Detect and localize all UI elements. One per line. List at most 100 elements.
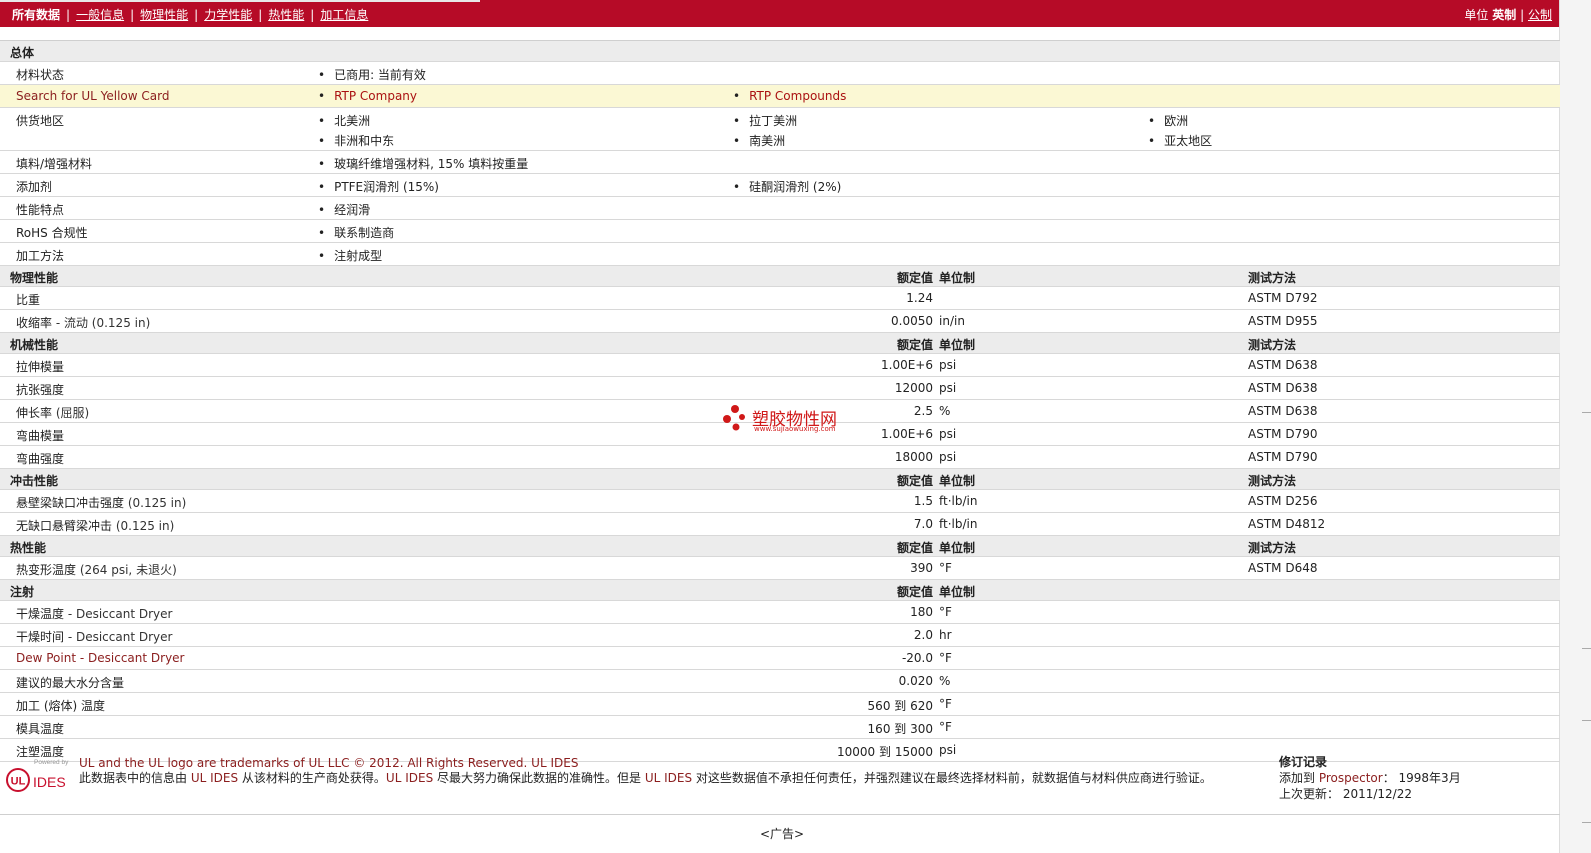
section-title: 冲击性能 xyxy=(10,474,59,488)
row-material-status: 材料状态 已商用: 当前有效 xyxy=(0,62,1560,85)
nav-separator: | xyxy=(194,8,199,22)
row-filler: 填料/增强材料 玻璃纤维增强材料, 15% 填料按重量 xyxy=(0,151,1560,174)
property-label: 弯曲模量 xyxy=(16,427,64,444)
property-note: - Desiccant Dryer xyxy=(64,630,173,644)
property-name: 伸长率 xyxy=(16,406,53,420)
region-item: 亚太地区 xyxy=(1148,132,1212,149)
property-label: 加工 (熔体) 温度 xyxy=(16,697,105,714)
row-additive: 添加剂 PTFE润滑剂 (15%) 硅酮润滑剂 (2%) xyxy=(0,174,1560,197)
nav-general-info[interactable]: 一般信息 xyxy=(76,8,124,22)
nav-processing-info[interactable]: 加工信息 xyxy=(320,8,368,22)
svg-text:IDES: IDES xyxy=(33,774,66,790)
property-test-method: ASTM D790 xyxy=(1248,427,1318,441)
features-value: 经润滑 xyxy=(318,201,370,218)
property-unit: psi xyxy=(939,450,957,464)
region-item: 南美洲 xyxy=(733,132,785,149)
method-value: 注射成型 xyxy=(318,247,382,264)
nav-separator: | xyxy=(130,8,135,22)
section-header-thermal: 热性能 额定值 单位制 测试方法 xyxy=(0,536,1560,557)
row-label: 添加剂 xyxy=(16,180,53,194)
property-name: 比重 xyxy=(16,293,41,307)
rtp-compounds-link[interactable]: RTP Compounds xyxy=(733,89,846,103)
tab-strip xyxy=(0,0,480,2)
added-date: ： 1998年3月 xyxy=(1382,771,1461,785)
section-header-general: 总体 xyxy=(0,41,1560,62)
property-label: 干燥时间 - Desiccant Dryer xyxy=(16,628,172,645)
section-header-injection: 注射 额定值 单位制 xyxy=(0,580,1560,601)
row-label: RoHS 合规性 xyxy=(16,226,88,240)
property-row: 加工 (熔体) 温度 560 到 620 °F xyxy=(0,693,1560,716)
property-test-method: ASTM D638 xyxy=(1248,404,1318,418)
trademark-notice: UL and the UL logo are trademarks of UL … xyxy=(79,756,578,770)
property-value: 1.5 xyxy=(913,494,933,508)
ul-ides-ref: UL IDES xyxy=(190,771,239,785)
nav-thermal-properties[interactable]: 热性能 xyxy=(268,8,304,22)
section-title: 注射 xyxy=(10,585,35,599)
property-unit: in/in xyxy=(939,314,965,328)
rtp-company-link[interactable]: RTP Company xyxy=(318,89,417,103)
property-unit: °F xyxy=(939,720,952,734)
col-header-unit: 单位制 xyxy=(939,585,976,599)
region-item: 北美洲 xyxy=(318,112,370,129)
property-label: 模具温度 xyxy=(16,720,64,737)
nav-all-data[interactable]: 所有数据 xyxy=(12,8,60,22)
ul-logo-icon: UL Powered by IDES xyxy=(6,759,69,792)
property-value: 2.0 xyxy=(913,628,933,642)
region-item: 欧洲 xyxy=(1148,112,1188,129)
nav-mechanical-properties[interactable]: 力学性能 xyxy=(204,8,252,22)
property-name: 建议的最大水分含量 xyxy=(16,676,125,690)
spacer xyxy=(0,27,1560,41)
additive-item: PTFE润滑剂 (15%) xyxy=(318,178,439,195)
col-header-test: 测试方法 xyxy=(1248,271,1297,285)
property-row: 模具温度 160 到 300 °F xyxy=(0,716,1560,739)
col-header-unit: 单位制 xyxy=(939,541,976,555)
property-name: 弯曲强度 xyxy=(16,452,65,466)
property-label: Dew Point - Desiccant Dryer xyxy=(16,651,184,665)
nav-physical-properties[interactable]: 物理性能 xyxy=(140,8,188,22)
property-row: 热变形温度 (264 psi, 未退火) 390 °F ASTM D648 xyxy=(0,557,1560,580)
watermark: 塑胶物性网 www.sujiaowuxing.com xyxy=(722,403,852,439)
units-metric-link[interactable]: 公制 xyxy=(1528,8,1552,22)
vertical-scrollbar[interactable] xyxy=(1559,0,1591,853)
updated-date: 2011/12/22 xyxy=(1342,787,1412,801)
property-label: 抗张强度 xyxy=(16,381,64,398)
property-row: 无缺口悬臂梁冲击 (0.125 in) 7.0 ft·lb/in ASTM D4… xyxy=(0,513,1560,536)
revision-title: 修订记录 xyxy=(1279,755,1328,769)
prospector-link[interactable]: Prospector xyxy=(1319,771,1383,785)
row-yellow-card: Search for UL Yellow Card RTP Company RT… xyxy=(0,85,1560,108)
property-test-method: ASTM D955 xyxy=(1248,314,1318,328)
property-name: 加工 (熔体) 温度 xyxy=(16,699,105,713)
property-note: (264 psi, 未退火) xyxy=(76,563,177,577)
property-name: 抗张强度 xyxy=(16,383,65,397)
ul-ides-link[interactable]: UL IDES xyxy=(531,756,578,770)
property-unit: °F xyxy=(939,697,952,711)
property-note: (0.125 in) xyxy=(124,496,187,510)
property-name: 弯曲模量 xyxy=(16,429,65,443)
svg-text:UL: UL xyxy=(11,776,26,788)
property-value: 160 到 300 xyxy=(867,722,933,736)
ul-ides-logo: UL Powered by IDES xyxy=(6,756,72,796)
scrollbar-tick xyxy=(1582,720,1591,721)
region-item: 拉丁美洲 xyxy=(733,112,797,129)
property-unit: °F xyxy=(939,651,952,665)
ul-ides-ref: UL IDES xyxy=(385,771,434,785)
property-name: 无缺口悬臂梁冲击 xyxy=(16,519,113,533)
property-note: (屈服) xyxy=(52,406,90,420)
updated-line: 上次更新： 2011/12/22 xyxy=(1279,786,1461,802)
units-english: 英制 xyxy=(1492,8,1517,22)
section-header-mechanical: 机械性能 额定值 单位制 测试方法 xyxy=(0,333,1560,354)
property-label: 伸长率 (屈服) xyxy=(16,404,89,421)
property-row: 比重 1.24 ASTM D792 xyxy=(0,287,1560,310)
disclaimer-text: 尽最大努力确保此数据的准确性。但是 xyxy=(433,771,645,785)
property-name: 收缩率 xyxy=(16,316,53,330)
property-unit: °F xyxy=(939,605,952,619)
datasheet-table: 总体 材料状态 已商用: 当前有效 Search for UL Yellow C… xyxy=(0,27,1560,762)
row-supply-regions: 供货地区 北美洲 拉丁美洲 欧洲 非洲和中东 南美洲 亚太地区 xyxy=(0,108,1560,151)
col-header-unit: 单位制 xyxy=(939,271,976,285)
property-value: -20.0 xyxy=(901,651,933,665)
yellow-card-link[interactable]: Search for UL Yellow Card xyxy=(16,89,169,103)
property-label: 收缩率 - 流动 (0.125 in) xyxy=(16,314,150,331)
property-name: 悬壁梁缺口冲击强度 xyxy=(16,496,125,510)
property-row: 干燥时间 - Desiccant Dryer 2.0 hr xyxy=(0,624,1560,647)
unit-switcher: 单位 英制 | 公制 xyxy=(1464,6,1552,23)
